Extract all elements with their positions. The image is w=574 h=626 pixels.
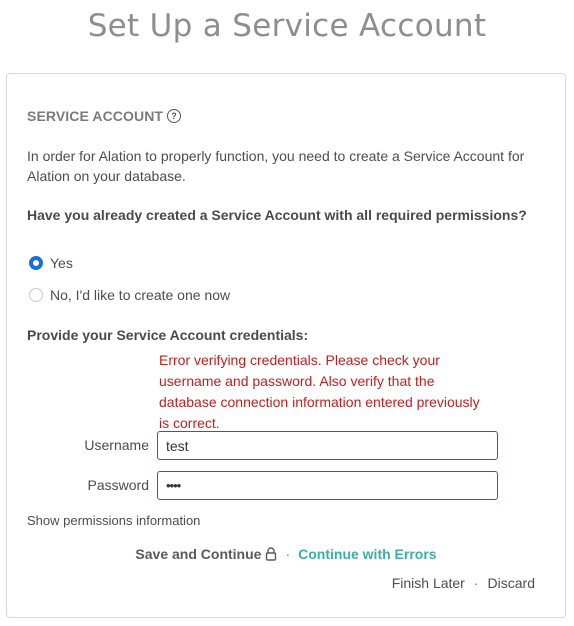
primary-actions: Save and Continue · Continue with Errors [7,546,565,562]
question-text: Have you already created a Service Accou… [27,207,527,223]
radio-button-yes[interactable] [29,256,43,270]
service-account-card: SERVICE ACCOUNT ? In order for Alation t… [6,73,566,618]
radio-option-yes[interactable]: Yes [29,255,73,271]
radio-button-no[interactable] [29,288,43,302]
save-and-continue-label: Save and Continue [135,546,262,562]
intro-text: In order for Alation to properly functio… [27,148,525,184]
continue-with-errors-link[interactable]: Continue with Errors [298,546,436,562]
actions-separator: · [285,546,291,562]
lock-icon [266,547,277,561]
page-title: Set Up a Service Account [87,8,487,44]
save-and-continue-button[interactable]: Save and Continue [135,546,277,562]
credentials-title: Provide your Service Account credentials… [27,327,309,343]
username-label: Username [84,437,149,453]
finish-later-link[interactable]: Finish Later [392,575,465,591]
show-permissions-link[interactable]: Show permissions information [27,513,200,528]
question-circle-icon[interactable]: ? [167,109,182,123]
radio-label-yes: Yes [50,255,73,271]
section-title: SERVICE ACCOUNT [27,108,164,124]
password-field[interactable] [157,471,498,500]
radio-option-no[interactable]: No, I'd like to create one now [29,287,230,303]
password-label: Password [87,477,149,493]
secondary-separator: · [473,575,479,591]
discard-link[interactable]: Discard [488,575,535,591]
username-field[interactable] [157,431,498,460]
radio-label-no: No, I'd like to create one now [50,287,231,303]
section-header: SERVICE ACCOUNT ? [27,108,182,124]
credentials-error-message: Error verifying credentials. Please chec… [159,352,480,431]
secondary-actions: Finish Later · Discard [392,575,535,591]
